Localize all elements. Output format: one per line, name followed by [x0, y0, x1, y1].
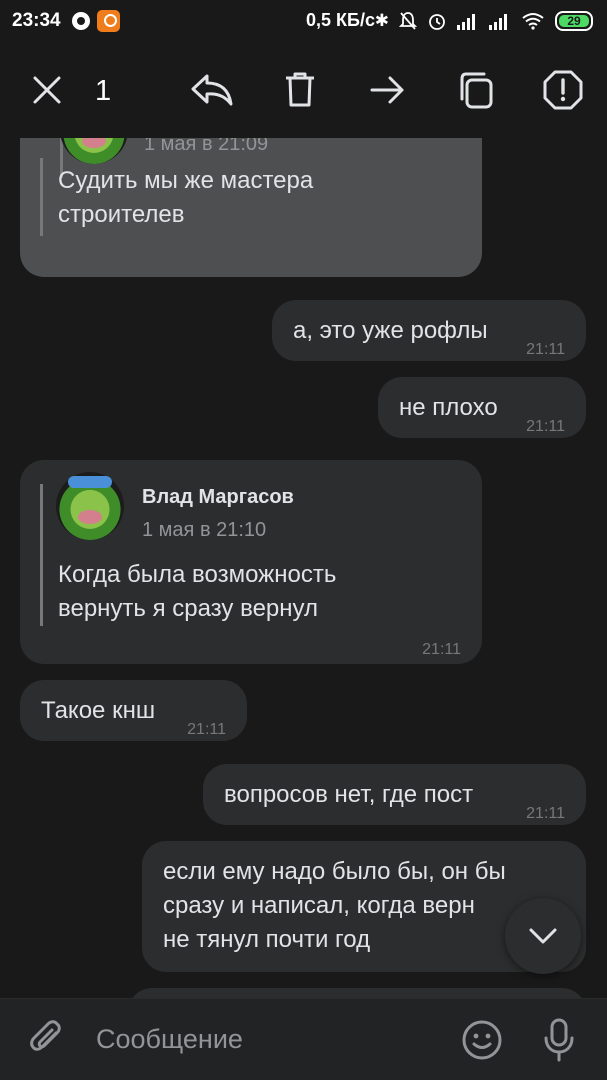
forward-quote-bar [40, 158, 43, 236]
delete-icon [286, 72, 314, 107]
close-selection-button[interactable] [23, 66, 71, 114]
message-text: не тянул почти год [163, 926, 371, 953]
selected-count: 1 [95, 75, 112, 107]
forwarded-date: 1 мая в 21:09 [144, 138, 269, 155]
report-button[interactable] [539, 66, 587, 114]
message-bubble-forwarded[interactable]: 1 мая в 21:09 Судить мы же мастера строи… [20, 138, 482, 277]
message-bubble-outgoing[interactable]: вопросов нет, где пост 21:11 [203, 764, 586, 825]
mute-icon [399, 12, 417, 30]
signal-icon [489, 12, 511, 30]
message-bubble-incoming[interactable]: Такое кнш 21:11 [20, 680, 247, 741]
message-time: 21:11 [187, 721, 226, 738]
message-time: 21:11 [422, 641, 461, 658]
message-bubble-outgoing[interactable] [128, 988, 586, 998]
message-bubble-outgoing[interactable]: не плохо 21:11 [378, 377, 586, 438]
battery-icon: 29 [555, 11, 593, 31]
chat-notification-icon [72, 12, 90, 30]
reply-button[interactable] [188, 66, 236, 114]
status-icons: ✱ 29 [375, 9, 593, 33]
smile-icon [462, 1020, 502, 1060]
selection-toolbar: 1 [0, 44, 607, 138]
signal-icon [457, 12, 479, 30]
message-time: 21:11 [526, 805, 565, 822]
scroll-to-bottom-button[interactable] [505, 898, 581, 974]
message-text: Такое кнш [41, 697, 156, 724]
message-list[interactable]: 1 мая в 21:09 Судить мы же мастера строи… [0, 138, 607, 998]
emoji-button[interactable] [461, 1019, 503, 1061]
forwarded-date: 1 мая в 21:10 [142, 519, 267, 541]
message-bubble-forwarded[interactable]: Влад Маргасов 1 мая в 21:10 Когда была в… [20, 460, 482, 664]
message-text: а, это уже рофлы [293, 317, 488, 344]
microphone-icon [544, 1018, 574, 1062]
copy-button[interactable] [452, 66, 500, 114]
ok-app-icon [97, 10, 120, 32]
forwarded-author-name[interactable]: Влад Маргасов [142, 480, 294, 514]
voice-message-button[interactable] [541, 1017, 577, 1063]
battery-level: 29 [567, 14, 581, 28]
message-composer: Сообщение [0, 998, 607, 1080]
message-text: если ему надо было бы, он бы [163, 858, 506, 885]
delete-button[interactable] [276, 66, 324, 114]
alarm-icon [429, 14, 445, 30]
forward-icon [370, 76, 404, 104]
forward-quote-bar [40, 484, 43, 626]
message-bubble-outgoing[interactable]: а, это уже рофлы 21:11 [272, 300, 586, 361]
message-text: сразу и написал, когда верн [163, 892, 475, 919]
message-time: 21:11 [526, 341, 565, 358]
forwarded-text-line: Судить мы же мастера [58, 167, 314, 194]
forwarded-text-line: строителев [58, 201, 185, 228]
network-speed: 0,5 КБ/с [306, 10, 375, 30]
chevron-down-icon [529, 928, 557, 944]
wifi-icon [522, 13, 544, 30]
forwarded-text-line: Когда была возможность [58, 561, 337, 588]
reply-icon [191, 74, 233, 106]
forward-button[interactable] [364, 66, 412, 114]
message-text: не плохо [399, 394, 498, 421]
message-time: 21:11 [526, 418, 565, 435]
message-input[interactable]: Сообщение [96, 1024, 436, 1055]
paperclip-icon [30, 1020, 61, 1051]
report-icon [543, 70, 583, 110]
status-time: 23:34 [12, 10, 61, 31]
bluetooth-icon: ✱ [374, 11, 389, 31]
attach-button[interactable] [26, 1019, 68, 1061]
status-bar: 23:34 0,5 КБ/с ✱ 29 [0, 0, 607, 44]
message-text: вопросов нет, где пост [224, 781, 474, 808]
forwarded-text-line: вернуть я сразу вернул [58, 595, 318, 622]
copy-icon [460, 72, 493, 109]
forwarded-author-avatar [56, 472, 124, 540]
close-icon [33, 76, 61, 104]
